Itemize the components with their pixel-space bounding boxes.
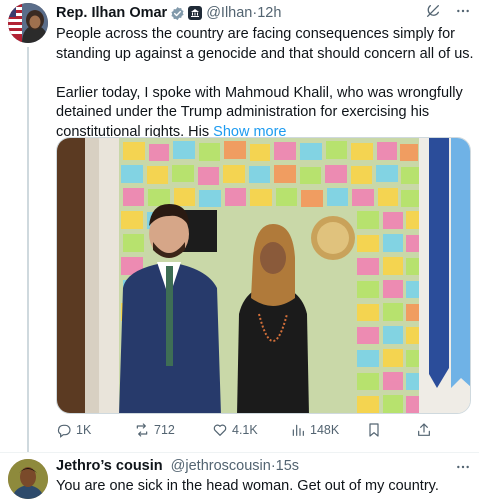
author-avatar-image — [8, 3, 48, 43]
views-icon — [292, 424, 304, 436]
bookmark-button[interactable] — [366, 422, 416, 438]
share-button[interactable] — [416, 422, 446, 438]
views-count: 148K — [310, 423, 340, 437]
repost-count: 712 — [154, 423, 175, 437]
reply-author-name[interactable]: Jethro’s cousin — [56, 458, 163, 474]
tweet-header: Rep. Ilhan Omar @Ilhan · 12h — [56, 3, 281, 23]
government-badge-icon[interactable] — [188, 6, 203, 20]
reply-button[interactable]: 1K — [56, 422, 134, 438]
reply-header: Jethro’s cousin @jethroscousin·15s — [56, 458, 299, 474]
tweet-paragraph-1: People across the country are facing con… — [56, 26, 474, 62]
reply-more-icon[interactable] — [455, 459, 471, 475]
like-count: 4.1K — [232, 423, 258, 437]
tweet-photo[interactable] — [56, 137, 471, 414]
author-handle[interactable]: @Ilhan — [206, 5, 252, 21]
reply-text: You are one sick in the head woman. Get … — [56, 478, 439, 494]
bookmark-icon — [369, 423, 379, 437]
like-button[interactable]: 4.1K — [212, 422, 290, 438]
verified-badge-icon[interactable] — [170, 6, 185, 21]
reply-author-avatar[interactable] — [8, 459, 48, 499]
more-icon[interactable] — [455, 3, 471, 19]
thread-line — [27, 47, 29, 452]
reply-avatar-image — [8, 459, 48, 499]
tweet-paragraph-2: Earlier today, I spoke with Mahmoud Khal… — [56, 84, 474, 143]
reply-timestamp[interactable]: 15s — [276, 458, 299, 474]
tweet-actions: 1K 712 4.1K 148K — [56, 419, 466, 441]
photo-image — [57, 138, 470, 413]
tweet-divider — [0, 452, 479, 453]
repost-button[interactable]: 712 — [134, 422, 212, 438]
author-name[interactable]: Rep. Ilhan Omar — [56, 5, 167, 21]
reply-icon — [57, 424, 71, 438]
grok-icon[interactable] — [425, 3, 441, 19]
author-avatar[interactable] — [8, 3, 48, 43]
reply-count: 1K — [76, 423, 92, 437]
views-button[interactable]: 148K — [290, 422, 366, 438]
like-icon — [213, 424, 227, 436]
repost-icon — [136, 423, 148, 437]
share-icon — [418, 423, 430, 436]
tweet-timestamp[interactable]: 12h — [257, 5, 281, 21]
reply-author-handle[interactable]: @jethroscousin — [171, 458, 271, 474]
header-actions — [425, 3, 471, 19]
